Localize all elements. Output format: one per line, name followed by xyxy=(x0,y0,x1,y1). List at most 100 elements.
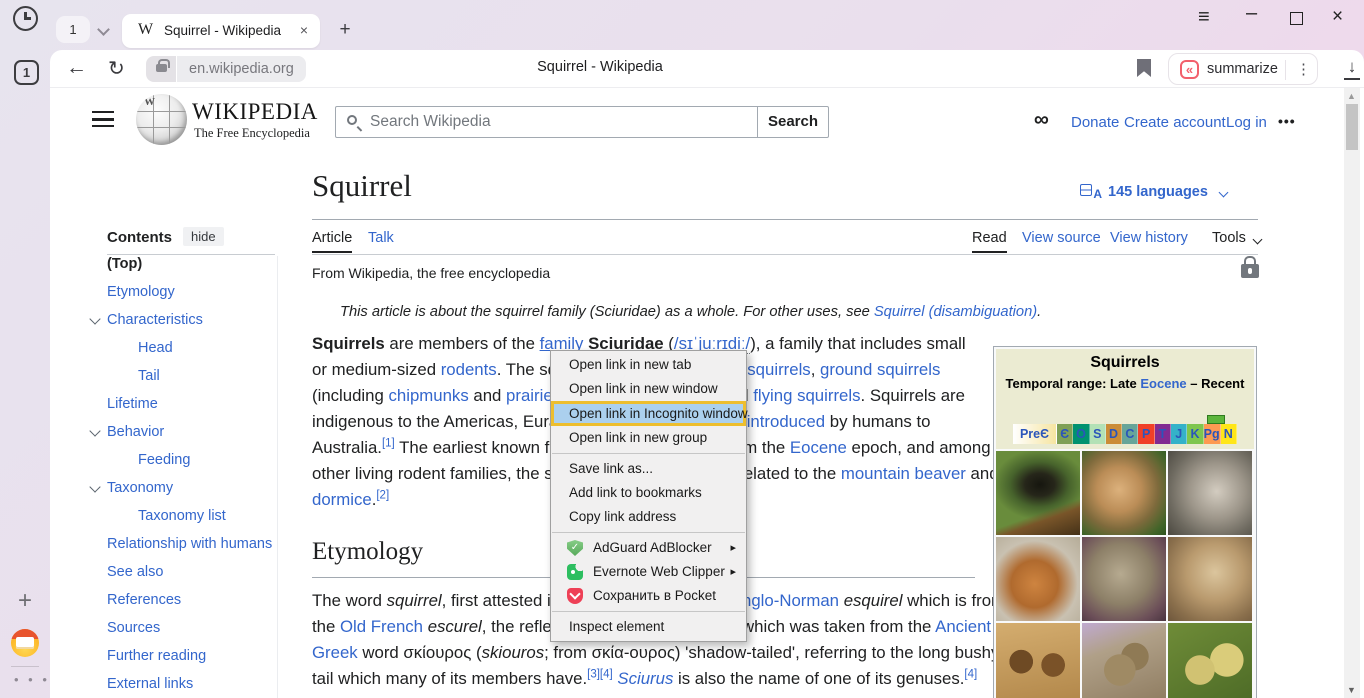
photo-california-ground-squirrel[interactable] xyxy=(1082,537,1166,621)
site-security-chip[interactable] xyxy=(146,56,176,82)
wiki-search-box[interactable] xyxy=(335,106,758,138)
timeline-period-PreЄ[interactable]: PreЄ xyxy=(1013,424,1057,444)
scroll-up-icon[interactable]: ▲ xyxy=(1347,91,1356,101)
toc-item-further-reading[interactable]: Further reading xyxy=(107,648,206,664)
inline-link[interactable]: Eocene xyxy=(1140,376,1186,391)
toc-item-taxonomy[interactable]: Taxonomy xyxy=(107,480,173,496)
search-button[interactable]: Search xyxy=(757,106,829,138)
toc-expand-chevron-icon[interactable] xyxy=(89,425,100,436)
menu-item-open-link-new-window[interactable]: Open link in new window xyxy=(551,377,746,401)
donate-link[interactable]: Donate xyxy=(1071,114,1119,131)
tab-view-source[interactable]: View source xyxy=(1022,230,1101,246)
tab-group-badge[interactable]: 1 xyxy=(56,16,90,43)
timeline-period-Pg[interactable]: Pg xyxy=(1204,424,1221,444)
inline-link[interactable]: Greek xyxy=(312,643,358,662)
photo-prairie-dogs[interactable] xyxy=(1168,623,1252,698)
menu-item-copy-link-address[interactable]: Copy link address xyxy=(551,505,746,529)
language-selector[interactable]: 145 languages xyxy=(1108,184,1208,200)
citation-link[interactable]: [1] xyxy=(382,437,395,449)
timeline-period-N[interactable]: N xyxy=(1221,424,1237,444)
menu-item-save-link-as[interactable]: Save link as... xyxy=(551,457,746,481)
toc-item-taxonomy-list[interactable]: Taxonomy list xyxy=(138,508,226,524)
timeline-period-P[interactable]: P xyxy=(1138,424,1154,444)
inline-link[interactable]: Sciurus xyxy=(617,669,673,688)
timeline-period-Є[interactable]: Є xyxy=(1057,424,1073,444)
toc-item-tail[interactable]: Tail xyxy=(138,368,160,384)
page-scrollbar[interactable]: ▲ ▼ xyxy=(1344,88,1360,698)
toc-item-see-also[interactable]: See also xyxy=(107,564,163,580)
photo-black-giant-squirrel[interactable] xyxy=(996,451,1080,535)
timeline-period-T[interactable]: T xyxy=(1155,424,1171,444)
appearance-icon[interactable]: ∞ xyxy=(1034,108,1049,132)
history-clock-icon[interactable] xyxy=(13,6,38,31)
create-account-link[interactable]: Create account xyxy=(1124,114,1226,131)
timeline-period-O[interactable]: O xyxy=(1073,424,1089,444)
toc-item-external-links[interactable]: External links xyxy=(107,676,193,692)
menu-item-inspect-element[interactable]: Inspect element xyxy=(551,615,746,639)
browser-tab[interactable]: W Squirrel - Wikipedia × xyxy=(122,14,320,48)
toc-item--top-[interactable]: (Top) xyxy=(107,256,142,272)
toc-item-etymology[interactable]: Etymology xyxy=(107,284,175,300)
sidebar-more-icon[interactable]: • • • xyxy=(14,672,50,687)
reload-button[interactable]: ↻ xyxy=(108,56,125,81)
inline-link[interactable]: chipmunks xyxy=(389,386,469,405)
yandex-mail-icon[interactable] xyxy=(11,629,39,657)
scroll-down-icon[interactable]: ▼ xyxy=(1347,685,1356,695)
menu-item-open-link-incognito[interactable]: Open link in Incognito window xyxy=(551,401,746,426)
toc-item-lifetime[interactable]: Lifetime xyxy=(107,396,158,412)
timeline-period-K[interactable]: K xyxy=(1187,424,1203,444)
menu-item-open-link-new-tab[interactable]: Open link in new tab xyxy=(551,353,746,377)
timeline-period-C[interactable]: C xyxy=(1122,424,1138,444)
new-tab-button[interactable]: + xyxy=(331,17,359,45)
inline-link[interactable]: rodents xyxy=(441,360,497,379)
citation-link[interactable]: [3][4] xyxy=(587,668,613,680)
tab-talk[interactable]: Talk xyxy=(368,230,394,246)
inline-link[interactable]: introduced xyxy=(747,412,825,431)
toc-item-behavior[interactable]: Behavior xyxy=(107,424,164,440)
photo-chipmunk[interactable] xyxy=(1082,451,1166,535)
photo-alpine-marmots[interactable] xyxy=(1082,623,1166,698)
back-button[interactable]: ← xyxy=(66,56,87,80)
tab-close-icon[interactable]: × xyxy=(300,22,308,38)
photo-fox-squirrel[interactable] xyxy=(996,537,1080,621)
maximize-button[interactable] xyxy=(1290,12,1303,25)
inline-link[interactable]: Anglo-Norman xyxy=(731,591,839,610)
inline-link[interactable]: Squirrel (disambiguation) xyxy=(874,304,1037,320)
inline-link[interactable]: dormice xyxy=(312,490,372,509)
search-input[interactable] xyxy=(370,111,740,133)
toc-item-relationship-with-humans[interactable]: Relationship with humans xyxy=(107,536,272,552)
citation-link[interactable]: [2] xyxy=(376,489,389,501)
menu-item-evernote-web-clipper[interactable]: Evernote Web Clipper▸ xyxy=(551,560,746,584)
tab-read[interactable]: Read xyxy=(972,230,1007,246)
photo-uinta-ground-squirrel[interactable] xyxy=(1168,537,1252,621)
url-display[interactable]: en.wikipedia.org xyxy=(177,56,306,82)
sidebar-panel-badge[interactable]: 1 xyxy=(14,60,39,85)
citation-link[interactable]: [4] xyxy=(964,668,977,680)
downloads-icon[interactable]: ↓ xyxy=(1341,58,1363,80)
scrollbar-thumb[interactable] xyxy=(1346,104,1358,150)
inline-link[interactable]: Eocene xyxy=(790,438,847,457)
menu-item-save-to-pocket[interactable]: Сохранить в Pocket xyxy=(551,584,746,608)
inline-link[interactable]: mountain beaver xyxy=(841,464,966,483)
toc-item-references[interactable]: References xyxy=(107,592,181,608)
toc-expand-chevron-icon[interactable] xyxy=(89,313,100,324)
browser-menu-icon[interactable]: ≡ xyxy=(1198,6,1210,29)
bookmark-icon[interactable] xyxy=(1137,59,1151,77)
header-more-icon[interactable]: ••• xyxy=(1278,113,1296,129)
close-window-button[interactable]: × xyxy=(1332,6,1343,28)
menu-item-add-link-to-bookmarks[interactable]: Add link to bookmarks xyxy=(551,481,746,505)
toc-item-feeding[interactable]: Feeding xyxy=(138,452,190,468)
timeline-period-J[interactable]: J xyxy=(1171,424,1187,444)
toc-hide-button[interactable]: hide xyxy=(183,227,224,246)
toc-expand-chevron-icon[interactable] xyxy=(89,481,100,492)
toc-item-sources[interactable]: Sources xyxy=(107,620,160,636)
summarize-more-icon[interactable]: ⋮ xyxy=(1296,60,1311,78)
timeline-period-S[interactable]: S xyxy=(1090,424,1106,444)
tab-tools[interactable]: Tools xyxy=(1212,230,1246,246)
timeline-period-D[interactable]: D xyxy=(1106,424,1122,444)
photo-cape-ground-squirrels[interactable] xyxy=(996,623,1080,698)
summarize-button[interactable]: « summarize ⋮ xyxy=(1168,53,1318,85)
inline-link[interactable]: Ancient xyxy=(935,617,991,636)
photo-american-red-squirrel[interactable] xyxy=(1168,451,1252,535)
inline-link[interactable]: Old French xyxy=(340,617,423,636)
